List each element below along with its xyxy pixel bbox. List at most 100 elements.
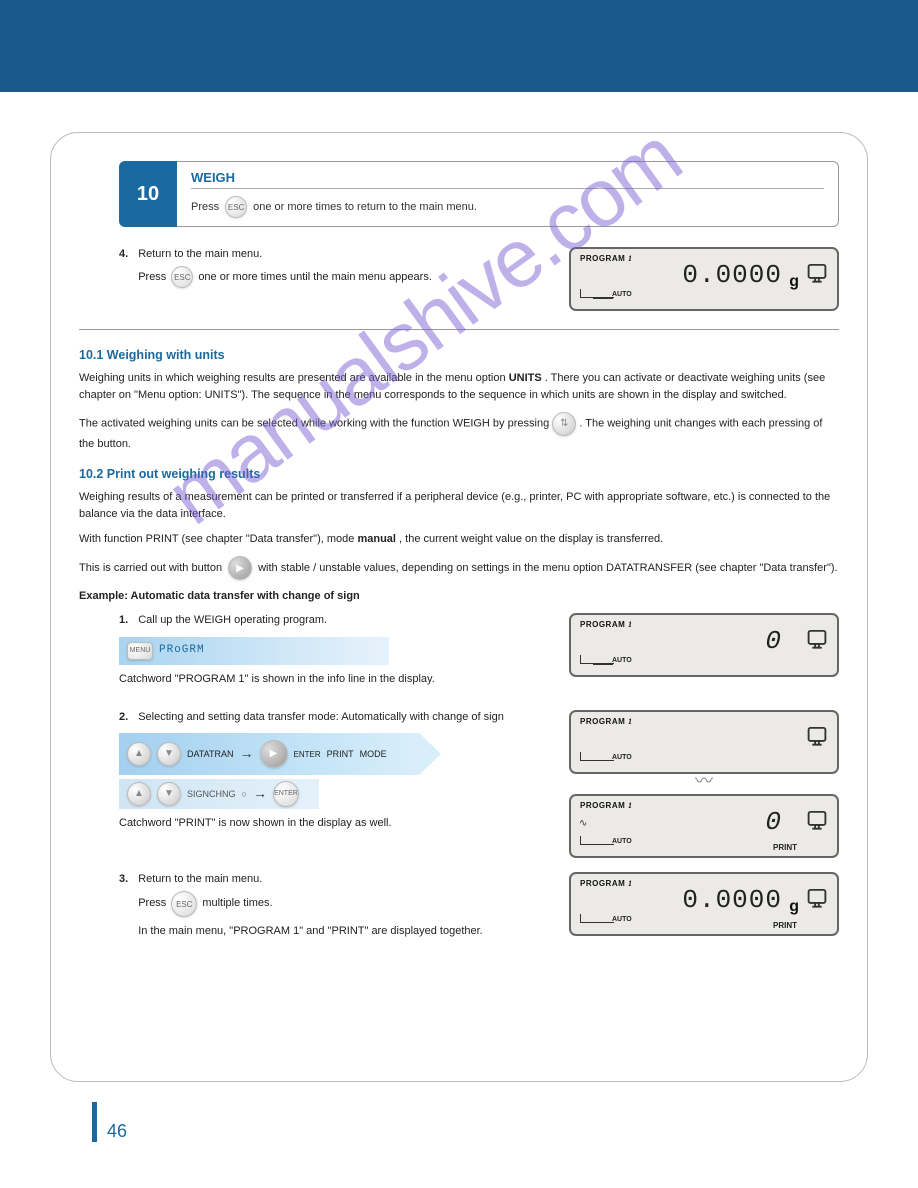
lcd-display-3b: PROGRAM 1 ∿ 0 PRINT AUTO <box>569 794 839 858</box>
step1-text: Call up the WEIGH operating program. <box>138 613 327 628</box>
step1-desc: Catchword "PROGRAM 1" is shown in the in… <box>119 671 551 688</box>
unit-toggle-icon: ⇅ <box>552 412 576 436</box>
content-card: 10 WEIGH Press ESC one or more times to … <box>50 132 868 1082</box>
bracket-icon <box>580 289 614 298</box>
subhead-10-1: 10.1 Weighing with units <box>79 348 839 362</box>
step2-text: Selecting and setting data transfer mode… <box>138 710 504 725</box>
stability-icon <box>803 726 831 750</box>
t: PROGRAM <box>580 801 625 810</box>
lcd-auto: AUTO <box>612 291 632 298</box>
t: AUTO <box>612 754 632 761</box>
bracket-icon <box>580 752 614 761</box>
bracket-icon <box>580 836 614 845</box>
para-10-1-a: Weighing units in which weighing results… <box>79 370 839 404</box>
enter-play-icon: ▶ <box>260 740 288 768</box>
t: , the current weight value on the displa… <box>399 533 663 545</box>
t: AUTO <box>612 657 632 664</box>
lcd-display-1: PROGRAM 1 0.0000 g AUTO <box>569 247 839 311</box>
lcd-unit: g <box>789 898 799 916</box>
t: 1 <box>628 620 633 629</box>
t: PROGRAM <box>580 879 625 888</box>
step2-desc: Catchword "PRINT" is now shown in the di… <box>119 815 551 832</box>
t: 1 <box>628 801 633 810</box>
menu-segment-text: PRoGRM <box>159 643 205 658</box>
lcd-print-label: PRINT <box>773 843 797 852</box>
section-sub-prefix: Press <box>191 201 219 213</box>
stability-icon <box>803 810 831 834</box>
page-footer: 46 <box>50 1082 868 1142</box>
step3-text: Return to the main menu. <box>138 873 262 885</box>
lcd-display-3a: PROGRAM 1 AUTO <box>569 710 839 774</box>
bracket-icon <box>580 914 614 923</box>
subhead-10-2: 10.2 Print out weighing results <box>79 467 839 481</box>
transition-icon: 〰 <box>674 778 734 790</box>
enter-label: ENTER <box>294 749 321 760</box>
arrow-right-icon: → <box>240 744 254 764</box>
lcd-display-4: PROGRAM 1 0.0000 g PRINT AUTO <box>569 872 839 936</box>
step4-number: 4. <box>119 247 128 288</box>
up-arrow-icon: ▲ <box>127 782 151 806</box>
section-title: WEIGH <box>191 170 824 189</box>
section-number: 10 <box>119 161 177 227</box>
bracket-icon <box>580 655 614 664</box>
t: PROGRAM <box>580 620 625 629</box>
nav-band-2: ▲ ▼ SIGNCHNG ○ → ENTER <box>119 779 319 809</box>
step3-press: Press <box>138 896 166 911</box>
page-number: 46 <box>107 1121 127 1142</box>
divider <box>79 329 839 330</box>
esc-icon: ESC <box>171 891 197 917</box>
step3-desc: In the main menu, "PROGRAM 1" and "PRINT… <box>138 923 483 940</box>
down-arrow-icon: ▼ <box>157 742 181 766</box>
t: AUTO <box>612 916 632 923</box>
t: AUTO <box>612 838 632 845</box>
enter-button-icon: ENTER <box>273 781 299 807</box>
header-band <box>0 0 918 92</box>
t: The activated weighing units can be sele… <box>79 417 549 429</box>
t: with stable / unstable values, depending… <box>258 560 838 577</box>
step3-suffix: multiple times. <box>202 896 272 911</box>
step4-rest: one or more times until the main menu ap… <box>198 270 432 285</box>
footer-bar <box>92 1102 97 1142</box>
para-10-2-b: With function PRINT (see chapter "Data t… <box>79 531 839 548</box>
step2-num: 2. <box>119 710 128 725</box>
lcd-display-2: PROGRAM 1 0 AUTO <box>569 613 839 677</box>
t: PROGRAM <box>580 717 625 726</box>
nav-band-1: ▲ ▼ DATATRAN → ▶ ENTER PRINT MODE <box>119 733 419 775</box>
step1-num: 1. <box>119 613 128 628</box>
t: manual <box>357 533 396 545</box>
step3-num: 3. <box>119 872 128 948</box>
lcd-program-number: 1 <box>628 254 633 263</box>
lcd-main-value: 0 <box>580 810 828 834</box>
lcd-print-label: PRINT <box>773 921 797 930</box>
lcd-main-value: 0 <box>580 629 828 653</box>
para-10-2-help: This is carried out with button ▶ with s… <box>79 556 839 580</box>
t: With function PRINT (see chapter "Data t… <box>79 533 354 545</box>
section-header: 10 WEIGH Press ESC one or more times to … <box>119 161 839 227</box>
esc-icon: ESC <box>225 196 247 218</box>
up-arrow-icon: ▲ <box>127 742 151 766</box>
para-10-1-b: The activated weighing units can be sele… <box>79 412 839 453</box>
section-sub-suffix: one or more times to return to the main … <box>253 201 477 213</box>
menu-button-icon: MENU <box>127 642 153 660</box>
t: This is carried out with button <box>79 560 222 577</box>
t: 1 <box>628 879 633 888</box>
band2-seg-a: SIGNCHNG <box>187 788 236 801</box>
esc-icon: ESC <box>171 266 193 288</box>
stability-icon <box>803 263 831 287</box>
example-heading: Example: Automatic data transfer with ch… <box>79 588 839 605</box>
lcd-unit: g <box>789 273 799 291</box>
lcd-main-value <box>580 726 828 750</box>
down-arrow-icon: ▼ <box>157 782 181 806</box>
sine-icon: ∿ <box>579 818 587 829</box>
t: 1 <box>628 717 633 726</box>
print-button-icon: ▶ <box>228 556 252 580</box>
step4-press: Press <box>138 270 166 285</box>
lcd-program-label: PROGRAM <box>580 254 625 263</box>
band-seg-a: DATATRAN <box>187 748 234 761</box>
step4-line1: Return to the main menu. <box>138 248 262 260</box>
t: Weighing units in which weighing results… <box>79 372 506 384</box>
stability-icon <box>803 888 831 912</box>
arrow-right-icon: → <box>253 784 267 804</box>
para-10-2-a: Weighing results of a measurement can be… <box>79 489 839 523</box>
stability-icon <box>803 629 831 653</box>
